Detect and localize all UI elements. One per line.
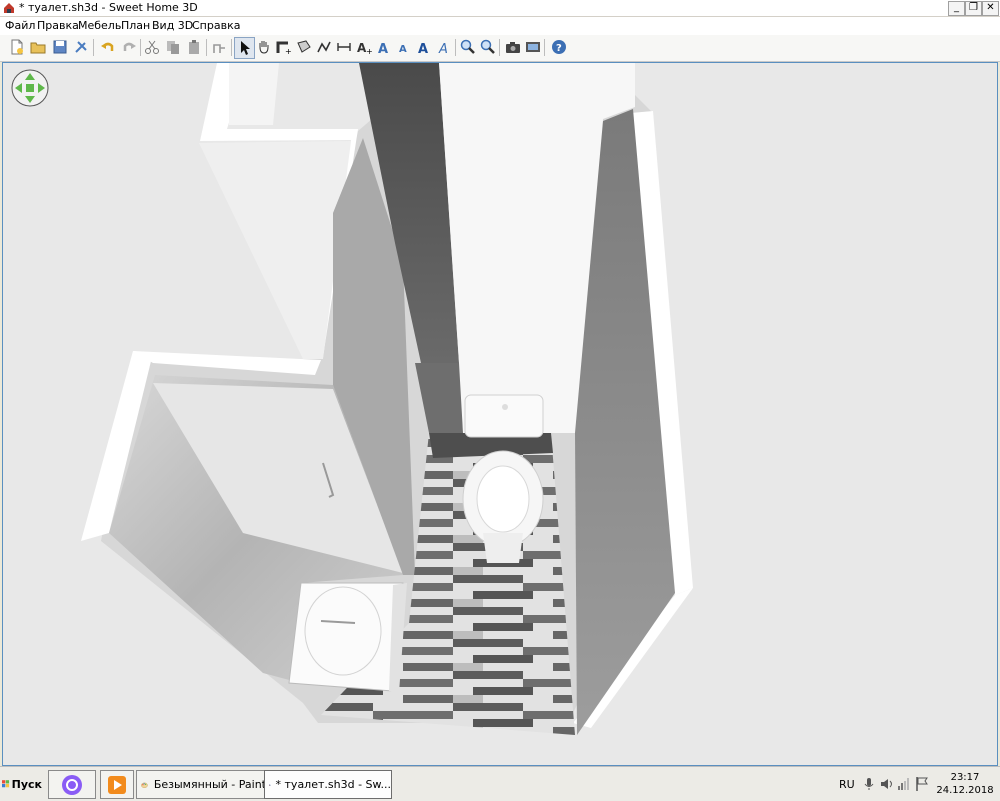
taskbar-paint-label: Безымянный - Paint [153,778,266,791]
add-text-icon[interactable]: A + [354,37,373,57]
svg-text:A: A [418,42,428,55]
redo-icon[interactable] [119,37,138,57]
room-3d-render[interactable] [3,63,997,765]
start-label: Пуск [11,777,42,791]
clock-time[interactable]: 23:17 [945,772,985,783]
taskbar-paint[interactable]: Безымянный - Paint [136,770,267,799]
alice-assistant-icon [62,774,82,795]
arrow-pointer-icon[interactable] [234,37,255,59]
3d-view[interactable] [2,62,998,766]
system-tray: RU 23:17 24.12.2018 [833,770,998,798]
text-decrease-icon[interactable]: A [394,37,413,57]
camera-icon[interactable] [503,37,522,57]
save-icon[interactable] [50,37,69,57]
text-italic-icon[interactable]: A [434,37,453,57]
svg-text:+: + [366,47,372,55]
svg-text:A: A [438,42,448,55]
window-title: * туалет.sh3d - Sweet Home 3D [19,1,198,14]
sweet-home-3d-icon [269,783,271,786]
create-walls-icon[interactable]: + [274,37,293,57]
hand-icon[interactable] [254,37,273,57]
windows-logo-icon [2,780,10,788]
title-bar: * туалет.sh3d - Sweet Home 3D _ ❐ ✕ [0,0,1000,17]
create-dimensions-icon[interactable] [334,37,353,57]
menu-file[interactable]: Файл [5,19,35,32]
zoom-in-icon[interactable] [458,37,477,57]
create-rooms-icon[interactable] [294,37,313,57]
create-polylines-icon[interactable] [314,37,333,57]
taskbar-sweet-home-label: * туалет.sh3d - Sw... [275,778,391,791]
close-button[interactable]: ✕ [982,1,999,16]
svg-text:?: ? [556,43,562,54]
language-indicator[interactable]: RU [839,778,855,791]
text-bold-icon[interactable]: A [414,37,433,57]
sweet-home-3d-icon [4,3,14,13]
menu-edit[interactable]: Правка [37,19,79,32]
minimize-button[interactable]: _ [948,1,965,16]
restore-button[interactable]: ❐ [965,1,982,16]
menu-3d-view[interactable]: Вид 3D [152,19,193,32]
taskbar-alice[interactable] [48,770,96,799]
menu-plan[interactable]: План [121,19,150,32]
microphone-icon[interactable] [863,777,875,791]
open-folder-icon[interactable] [28,37,47,57]
flag-icon[interactable] [915,776,929,792]
help-icon[interactable]: ? [549,37,568,57]
copy-icon[interactable] [163,37,182,57]
network-signal-icon[interactable] [897,777,911,791]
toolbar: + A + A A A A ? [0,35,1000,62]
svg-text:+: + [285,47,292,55]
scissors-icon[interactable] [142,37,161,57]
menu-help[interactable]: Справка [192,19,240,32]
svg-text:A: A [378,42,388,55]
taskbar-media-player[interactable] [100,770,134,799]
text-increase-icon[interactable]: A [374,37,393,57]
taskbar: Пуск Безымянный - Paint * туалет.sh3d - … [0,766,1000,801]
menu-furniture[interactable]: Мебель [78,19,121,32]
start-button[interactable]: Пуск [2,771,42,797]
media-player-icon [108,775,126,794]
taskbar-sweet-home-3d[interactable]: * туалет.sh3d - Sw... [264,770,392,799]
video-icon[interactable] [523,37,542,57]
volume-icon[interactable] [880,777,894,791]
clock-date[interactable]: 24.12.2018 [933,785,997,796]
add-furniture-icon[interactable] [209,37,228,57]
svg-text:A: A [399,44,407,55]
navigation-arrows-icon[interactable] [11,69,49,107]
new-document-icon[interactable] [7,37,26,57]
undo-icon[interactable] [98,37,117,57]
preferences-icon[interactable] [71,37,90,57]
paint-icon [141,782,148,788]
zoom-out-icon[interactable] [478,37,497,57]
menu-bar: Файл Правка Мебель План Вид 3D Справка [0,17,1000,35]
paste-icon[interactable] [184,37,203,57]
